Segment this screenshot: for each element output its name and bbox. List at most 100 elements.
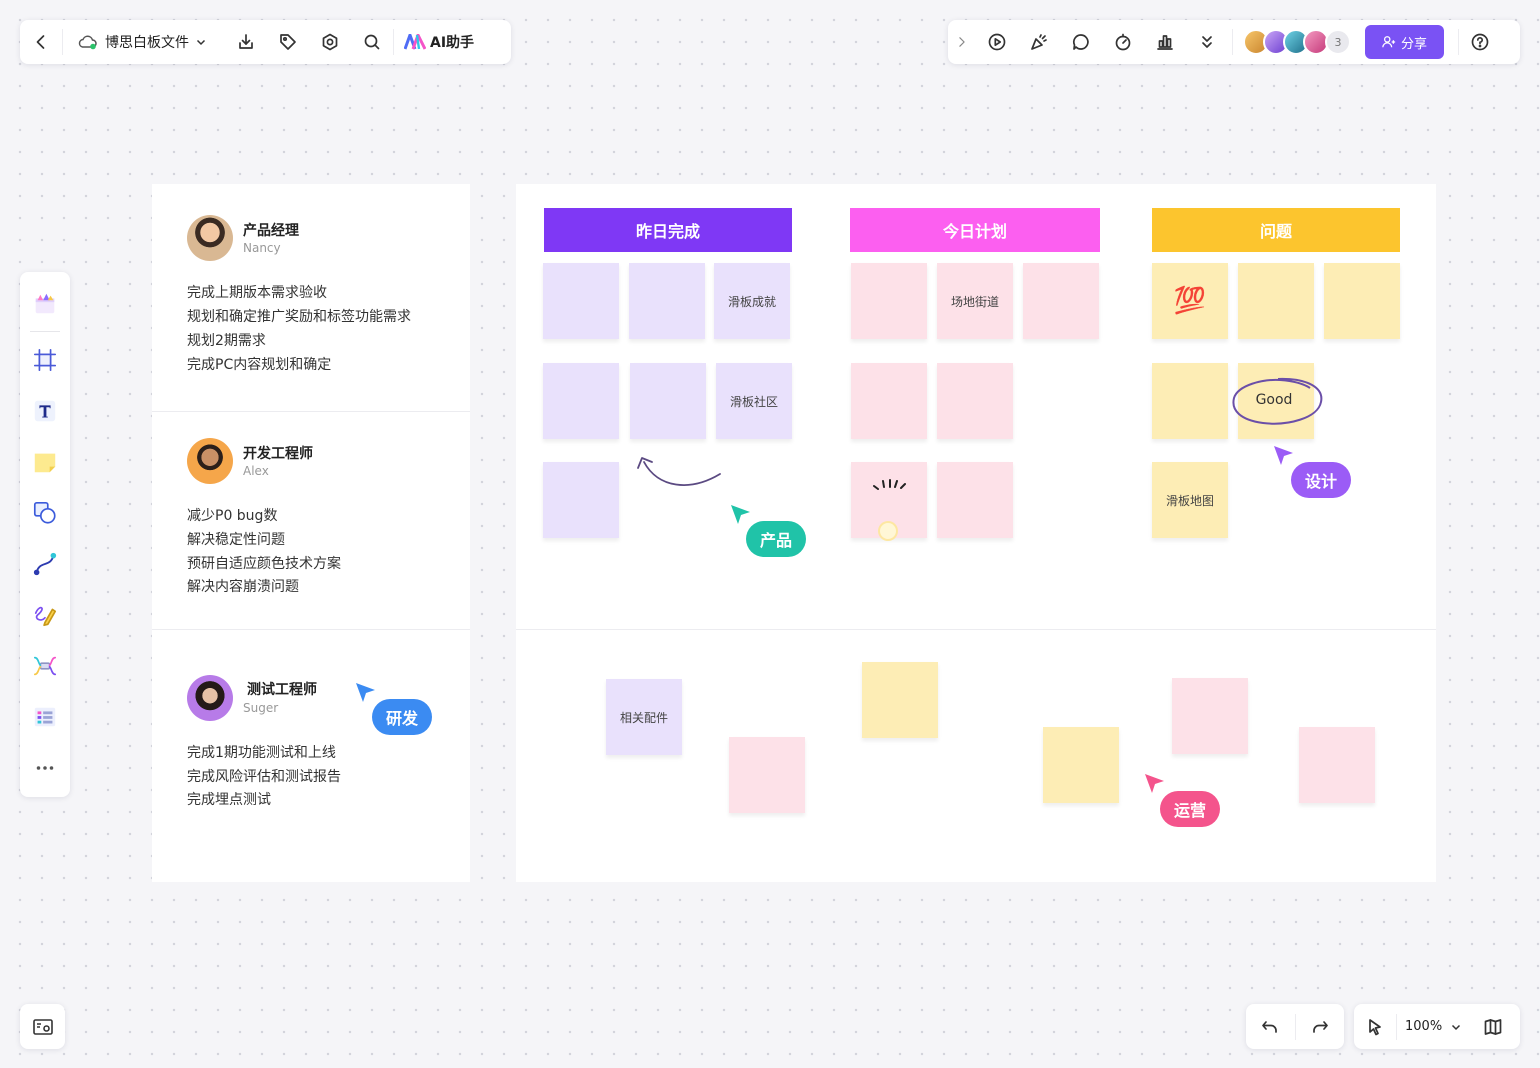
shape-icon: [33, 501, 56, 524]
collaborator-count: 3: [1325, 29, 1351, 55]
avatar: [187, 675, 233, 721]
connector-icon: [33, 552, 57, 575]
more-tools-button[interactable]: [1186, 20, 1228, 64]
task-item: 预研自适应颜色技术方案: [187, 556, 341, 572]
task-item: 完成埋点测试: [187, 792, 271, 808]
text-tool[interactable]: [20, 385, 70, 436]
sticky-note-icon: [34, 453, 56, 472]
sticky-note[interactable]: [862, 662, 938, 738]
ai-assistant-label: AI助手: [430, 35, 475, 51]
tag-button[interactable]: [267, 20, 309, 64]
sticky-note[interactable]: [851, 363, 927, 439]
column-header-issues[interactable]: 问题: [1152, 208, 1400, 252]
sticky-note[interactable]: 💯: [1152, 263, 1228, 339]
undo-icon: [1262, 1020, 1278, 1033]
double-chevron-down-icon: [1202, 36, 1212, 48]
vote-button[interactable]: [1144, 20, 1186, 64]
redo-icon: [1312, 1020, 1328, 1033]
sticky-note[interactable]: 滑板成就: [714, 263, 790, 339]
task-item: 减少P0 bug数: [187, 508, 278, 524]
text-icon: [34, 400, 56, 421]
sticky-note[interactable]: [543, 263, 619, 339]
sticky-note[interactable]: 场地街道: [937, 263, 1013, 339]
sticky-note[interactable]: [543, 363, 619, 439]
collaborators[interactable]: 3: [1243, 29, 1351, 55]
search-button[interactable]: [351, 20, 393, 64]
sticky-note-tool[interactable]: [20, 436, 70, 487]
table-icon: [34, 707, 56, 726]
back-button[interactable]: [20, 20, 62, 64]
connector-tool[interactable]: [20, 538, 70, 589]
template-icon: [35, 293, 55, 313]
chevron-down-icon: [1452, 1024, 1461, 1030]
sticky-note[interactable]: [1172, 678, 1248, 754]
sticky-note[interactable]: [1043, 727, 1119, 803]
sticky-note[interactable]: [1238, 263, 1314, 339]
help-icon: [1471, 33, 1489, 51]
map-view-button[interactable]: [1472, 1005, 1514, 1049]
task-item: 规划2期需求: [187, 333, 266, 349]
collapse-toolbar-button[interactable]: [948, 20, 976, 64]
ai-logo-icon: [404, 34, 426, 50]
minimap-button[interactable]: [20, 1004, 65, 1049]
redo-button[interactable]: [1295, 1004, 1344, 1049]
sticky-note[interactable]: [729, 737, 805, 813]
sticky-note[interactable]: [630, 363, 706, 439]
book-map-icon: [1484, 1018, 1502, 1035]
table-tool[interactable]: [20, 691, 70, 742]
sticky-note[interactable]: [1023, 263, 1099, 339]
column-header-today[interactable]: 今日计划: [850, 208, 1100, 252]
settings-button[interactable]: [309, 20, 351, 64]
timer-button[interactable]: [1102, 20, 1144, 64]
zoom-controls: 100%: [1354, 1004, 1520, 1049]
top-left-toolbar: 博思白板文件 AI助手: [20, 20, 511, 64]
mindmap-tool[interactable]: [20, 640, 70, 691]
ai-assistant-button[interactable]: AI助手: [394, 32, 484, 52]
template-tool[interactable]: [20, 278, 70, 329]
present-button[interactable]: [976, 20, 1018, 64]
share-button[interactable]: 分享: [1365, 25, 1444, 59]
cursor-arrow-icon: [356, 683, 375, 702]
export-button[interactable]: [225, 20, 267, 64]
cursor-arrow-icon: [1145, 774, 1164, 793]
sticky-note[interactable]: 滑板地图: [1152, 462, 1228, 538]
chevron-down-icon: [196, 39, 206, 46]
column-header-yesterday[interactable]: 昨日完成: [544, 208, 792, 252]
sticky-note[interactable]: [1299, 727, 1375, 803]
share-label: 分享: [1400, 36, 1427, 52]
comment-button[interactable]: [1060, 20, 1102, 64]
curved-arrow[interactable]: [630, 450, 730, 495]
shape-tool[interactable]: [20, 487, 70, 538]
pointer-icon: [1369, 1018, 1381, 1035]
sticky-note[interactable]: 滑板社区: [716, 363, 792, 439]
sticky-note[interactable]: [937, 462, 1013, 538]
zoom-dropdown[interactable]: 100%: [1397, 1019, 1462, 1034]
pen-icon: [34, 606, 57, 626]
cursor-arrow-icon: [731, 505, 750, 524]
task-item: 完成1期功能测试和上线: [187, 745, 336, 761]
sticky-note[interactable]: [629, 263, 705, 339]
history-controls: [1246, 1004, 1344, 1049]
help-button[interactable]: [1459, 20, 1501, 64]
celebrate-button[interactable]: [1018, 20, 1060, 64]
select-mode-button[interactable]: [1354, 1005, 1396, 1049]
cursor-tag-ops: 运营: [1160, 791, 1221, 827]
sticky-note[interactable]: [1152, 363, 1228, 439]
task-item: 完成风险评估和测试报告: [187, 769, 341, 785]
sticky-note[interactable]: [543, 462, 619, 538]
cursor-tag-dev: 研发: [372, 699, 433, 735]
file-title-dropdown[interactable]: 博思白板文件: [63, 32, 207, 52]
undo-button[interactable]: [1246, 1004, 1295, 1049]
sticky-note[interactable]: [937, 363, 1013, 439]
download-icon: [239, 34, 253, 49]
timer-icon: [1115, 33, 1131, 51]
sticky-note[interactable]: [851, 263, 927, 339]
pen-tool[interactable]: [20, 589, 70, 640]
task-item: 完成上期版本需求验收: [187, 285, 327, 301]
task-item: 解决内容崩溃问题: [187, 579, 299, 595]
sticky-note[interactable]: 相关配件: [606, 679, 682, 755]
left-tool-palette: [20, 272, 70, 797]
sticky-note[interactable]: [1324, 263, 1400, 339]
more-tools-palette-button[interactable]: [20, 742, 70, 793]
frame-tool[interactable]: [20, 334, 70, 385]
